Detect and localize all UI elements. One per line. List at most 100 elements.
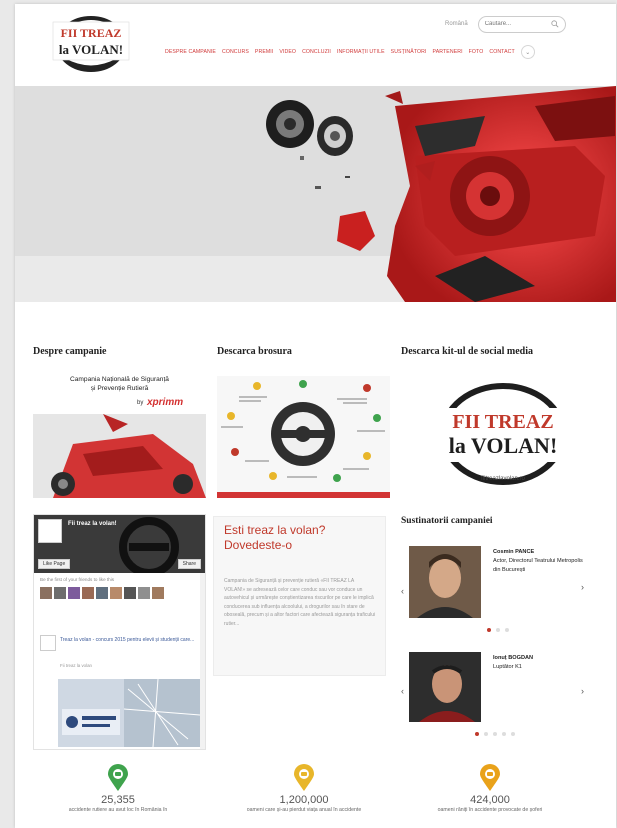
brochure-card[interactable] <box>217 376 390 498</box>
fb-share-button[interactable]: Share <box>177 559 201 569</box>
promo-title: Esti treaz la volan? Dovedeste-o <box>224 523 374 553</box>
avatar <box>68 587 80 599</box>
chevron-left-icon[interactable]: ‹ <box>401 686 404 696</box>
fb-friend-avatars <box>40 587 164 599</box>
promo-title-line1: Esti treaz la volan? <box>224 523 326 537</box>
fb-post-avatar <box>40 635 56 651</box>
site-header: FII TREAZ la VOLAN! Română DESPRE CAMPAN… <box>15 4 616 84</box>
carousel-dots <box>487 628 509 632</box>
supporter-info: Cosmin PANCE Actor, Directorul Teatrului… <box>493 548 583 575</box>
supporter-photo[interactable] <box>409 652 481 722</box>
map-pin-icon <box>480 764 500 791</box>
nav-item[interactable]: DESPRE CAMPANIE <box>165 49 216 55</box>
fb-like-button[interactable]: Like Page <box>38 559 71 569</box>
logo-line2: la VOLAN! <box>59 42 123 57</box>
promo-body: Campania de Siguranță și prevenție rutie… <box>224 578 376 627</box>
carousel-dot[interactable] <box>505 628 509 632</box>
map-pin-icon <box>294 764 314 791</box>
carousel-dot[interactable] <box>475 732 479 736</box>
about-caption: Campania Națională de Siguranță și Preve… <box>33 375 206 393</box>
avatar <box>138 587 150 599</box>
about-caption-line1: Campania Națională de Siguranță <box>70 376 169 383</box>
nav-item[interactable]: CONCLUZII <box>302 49 331 55</box>
search-icon[interactable] <box>551 19 559 29</box>
fb-post-image[interactable] <box>58 679 200 747</box>
crashed-car-image <box>15 86 616 302</box>
search-box[interactable] <box>477 15 566 33</box>
carousel-dot[interactable] <box>487 628 491 632</box>
carousel-dot[interactable] <box>496 628 500 632</box>
carousel-dots <box>475 732 515 736</box>
about-title: Despre campanie <box>33 346 107 357</box>
kit-logo-url: fiitreazlavolan.ro <box>481 476 525 482</box>
avatar <box>40 587 52 599</box>
about-caption-line2: și Prevenție Rutieră <box>90 385 149 392</box>
carousel-dot[interactable] <box>502 732 506 736</box>
brochure-preview <box>217 376 390 498</box>
supporter-role: Luptător K1 <box>493 664 522 670</box>
stat-deaths: 1,200,000 oameni care și-au pierdut viaț… <box>209 764 399 813</box>
nav-item[interactable]: SUSȚINĂTORI <box>391 49 427 55</box>
fb-scrollbar[interactable] <box>200 573 205 749</box>
carousel-dot[interactable] <box>493 732 497 736</box>
chevron-down-icon[interactable]: ⌄ <box>520 45 535 59</box>
facebook-widget[interactable]: Fii treaz la volan! Like Page Share Be t… <box>33 514 206 750</box>
kit-title: Descarca kit-ul de social media <box>401 346 534 357</box>
kit-logo-line1: FII TREAZ <box>452 411 553 433</box>
stat-value: 1,200,000 <box>279 794 329 806</box>
carousel-dot[interactable] <box>511 732 515 736</box>
quiz-promo-box[interactable]: Esti treaz la volan? Dovedeste-o Campani… <box>213 516 386 676</box>
logo-line1: FII TREAZ <box>61 26 122 40</box>
map-pin-icon <box>108 764 128 791</box>
search-input[interactable] <box>484 21 551 27</box>
kit-logo-line2: la VOLAN! <box>449 433 558 458</box>
nav-item[interactable]: PREMII <box>255 49 273 55</box>
fb-page-avatar[interactable] <box>38 519 62 543</box>
avatar <box>82 587 94 599</box>
fb-post-title[interactable]: Treaz la volan - concurs 2015 pentru ele… <box>60 637 200 644</box>
supporters-carousel: ‹ Cosmin PANCE Actor, Directorul Teatrul… <box>401 534 607 744</box>
nav-item[interactable]: CONCURS <box>222 49 249 55</box>
avatar <box>124 587 136 599</box>
nav-item[interactable]: FOTO <box>469 49 484 55</box>
social-media-kit-card[interactable]: FII TREAZ la VOLAN! fiitreazlavolan.ro <box>401 376 607 494</box>
supporter-photo[interactable] <box>409 546 481 618</box>
fb-friends-text: Be the first of your friends to like thi… <box>40 577 115 582</box>
language-selector[interactable]: Română <box>445 21 468 27</box>
nav-item[interactable]: PARTENERI <box>433 49 463 55</box>
stat-injured: 424,000 oameni răniți în accidente provo… <box>395 764 585 813</box>
supporter-name: Ionuț BOGDAN <box>493 655 534 661</box>
page: FII TREAZ la VOLAN! Română DESPRE CAMPAN… <box>15 4 616 828</box>
promo-title-line2: Dovedeste-o <box>224 538 293 552</box>
stat-label: accidente rutiere au avut loc în România… <box>68 807 168 813</box>
carousel-dot[interactable] <box>484 732 488 736</box>
main-nav: DESPRE CAMPANIE CONCURS PREMII VIDEO CON… <box>165 45 535 59</box>
kit-logo: FII TREAZ la VOLAN! fiitreazlavolan.ro <box>429 383 577 485</box>
stat-label: oameni care și-au pierdut viața anual în… <box>246 807 362 813</box>
supporter-role: Actor, Directorul Teatrului Metropolis d… <box>493 558 583 573</box>
fb-post-author: Fii treaz la volan <box>60 663 92 668</box>
chevron-right-icon[interactable]: › <box>581 582 584 592</box>
site-logo[interactable]: FII TREAZ la VOLAN! <box>45 10 137 74</box>
avatar <box>54 587 66 599</box>
supporter-name: Cosmin PANCE <box>493 549 535 555</box>
chevron-right-icon[interactable]: › <box>581 686 584 696</box>
nav-item[interactable]: INFORMAȚII UTILE <box>337 49 385 55</box>
avatar <box>152 587 164 599</box>
stat-value: 424,000 <box>470 794 510 806</box>
avatar <box>110 587 122 599</box>
nav-item[interactable]: VIDEO <box>279 49 296 55</box>
stat-accidents: 25,355 accidente rutiere au avut loc în … <box>23 764 213 813</box>
avatar <box>96 587 108 599</box>
about-campaign-card[interactable]: Campania Națională de Siguranță și Preve… <box>33 370 206 498</box>
brochure-title: Descarca brosura <box>217 346 292 357</box>
supporters-title: Sustinatorii campaniei <box>401 516 493 526</box>
stat-label: oameni răniți în accidente provocate de … <box>437 807 543 813</box>
fb-page-name[interactable]: Fii treaz la volan! <box>68 521 117 527</box>
chevron-left-icon[interactable]: ‹ <box>401 586 404 596</box>
sponsor-prefix: by <box>137 400 144 406</box>
nav-item[interactable]: CONTACT <box>489 49 514 55</box>
supporter-info: Ionuț BOGDAN Luptător K1 <box>493 654 583 672</box>
stat-value: 25,355 <box>101 794 135 806</box>
hero-banner <box>15 86 616 302</box>
